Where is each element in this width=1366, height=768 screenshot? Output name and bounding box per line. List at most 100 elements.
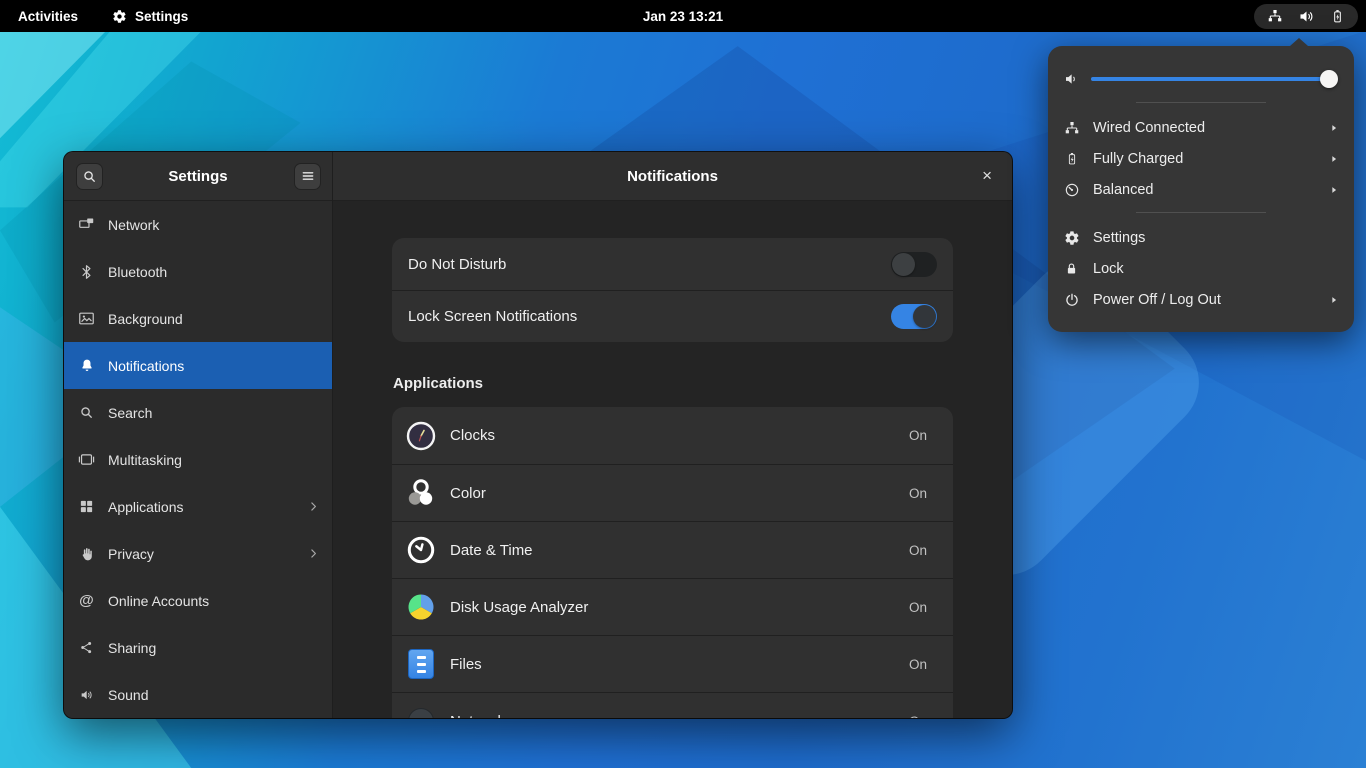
desktop: Activities Settings Jan 23 13:21 xyxy=(0,0,1366,768)
sidebar-item-label: Online Accounts xyxy=(108,593,320,609)
app-row-date-time[interactable]: Date & Time On xyxy=(392,521,953,578)
system-menu: Wired Connected Fully Charged xyxy=(1048,46,1354,332)
app-name: Date & Time xyxy=(450,542,896,559)
lock-screen-notifications-row[interactable]: Lock Screen Notifications xyxy=(392,290,953,342)
image-icon xyxy=(78,310,95,327)
search-icon xyxy=(82,169,97,184)
gear-icon xyxy=(1063,230,1080,246)
volume-slider-fill xyxy=(1091,77,1331,81)
lock-screen-notifications-toggle[interactable] xyxy=(891,304,937,329)
sidebar-item-search[interactable]: Search xyxy=(64,389,332,436)
chevron-right-icon xyxy=(307,547,320,560)
sidebar-item-bluetooth[interactable]: Bluetooth xyxy=(64,248,332,295)
toggle-knob xyxy=(913,305,936,328)
sidebar-item-multitasking[interactable]: Multitasking xyxy=(64,436,332,483)
menu-item-settings[interactable]: Settings xyxy=(1048,222,1354,253)
app-row-disk-usage[interactable]: Disk Usage Analyzer On xyxy=(392,578,953,635)
app-row-color[interactable]: Color On xyxy=(392,464,953,521)
sidebar-item-label: Sharing xyxy=(108,640,320,656)
share-icon xyxy=(78,640,95,655)
volume-icon xyxy=(1063,70,1081,88)
focused-app-label: Settings xyxy=(135,9,188,24)
network-app-icon xyxy=(405,705,437,718)
toggles-card: Do Not Disturb Lock Screen Notifications xyxy=(392,238,953,342)
menu-item-label: Balanced xyxy=(1093,182,1316,198)
menu-separator xyxy=(1136,212,1266,213)
sidebar-item-privacy[interactable]: Privacy xyxy=(64,530,332,577)
volume-row xyxy=(1048,63,1354,95)
network-wired-icon xyxy=(1063,120,1080,136)
gauge-icon xyxy=(1063,182,1080,198)
submenu-arrow-icon xyxy=(1329,185,1339,195)
window-title: Settings xyxy=(64,168,332,185)
color-app-icon xyxy=(405,477,437,509)
menu-item-lock[interactable]: Lock xyxy=(1048,253,1354,284)
menu-item-power-profile[interactable]: Balanced xyxy=(1048,174,1354,205)
menu-item-power-off[interactable]: Power Off / Log Out xyxy=(1048,284,1354,315)
do-not-disturb-toggle[interactable] xyxy=(891,252,937,277)
app-row-network[interactable]: Network On xyxy=(392,692,953,718)
volume-icon xyxy=(1298,8,1315,25)
sidebar-item-label: Bluetooth xyxy=(108,264,320,280)
app-status: On xyxy=(909,714,927,719)
clocks-app-icon xyxy=(405,420,437,452)
main-panel: Notifications × Do Not Disturb Lock Scre… xyxy=(333,152,1012,718)
sidebar-header: Settings xyxy=(64,152,332,201)
lock-icon xyxy=(1063,261,1080,277)
sidebar-item-label: Sound xyxy=(108,687,320,703)
sidebar-item-network[interactable]: Network xyxy=(64,201,332,248)
panel-title: Notifications xyxy=(627,168,718,185)
app-name: Network xyxy=(450,713,896,719)
sidebar-item-online-accounts[interactable]: @ Online Accounts xyxy=(64,577,332,624)
clock-button[interactable]: Jan 23 13:21 xyxy=(643,9,723,24)
primary-menu-button[interactable] xyxy=(294,163,321,190)
do-not-disturb-label: Do Not Disturb xyxy=(408,256,891,273)
app-name: Clocks xyxy=(450,427,896,444)
focused-app-menu[interactable]: Settings xyxy=(112,9,188,24)
hamburger-icon xyxy=(301,169,315,183)
app-name: Files xyxy=(450,656,896,673)
app-status: On xyxy=(909,428,927,443)
grid-icon xyxy=(78,499,95,514)
hand-icon xyxy=(78,546,95,562)
top-bar: Activities Settings Jan 23 13:21 xyxy=(0,0,1366,32)
displays-icon xyxy=(78,216,95,233)
sidebar-item-sharing[interactable]: Sharing xyxy=(64,624,332,671)
close-button[interactable]: × xyxy=(976,152,998,200)
do-not-disturb-row[interactable]: Do Not Disturb xyxy=(392,238,953,290)
sidebar-item-notifications[interactable]: Notifications xyxy=(64,342,332,389)
app-row-files[interactable]: Files On xyxy=(392,635,953,692)
sidebar-item-label: Background xyxy=(108,311,320,327)
search-button[interactable] xyxy=(76,163,103,190)
submenu-arrow-icon xyxy=(1329,295,1339,305)
lock-screen-notifications-label: Lock Screen Notifications xyxy=(408,308,891,325)
activities-button[interactable]: Activities xyxy=(18,9,78,24)
volume-slider[interactable] xyxy=(1091,70,1338,88)
sidebar-item-label: Search xyxy=(108,405,320,421)
submenu-arrow-icon xyxy=(1329,154,1339,164)
sidebar-item-background[interactable]: Background xyxy=(64,295,332,342)
sidebar-item-sound[interactable]: Sound xyxy=(64,671,332,718)
files-app-icon xyxy=(405,648,437,680)
menu-item-wired-connected[interactable]: Wired Connected xyxy=(1048,112,1354,143)
toggle-knob xyxy=(892,253,915,276)
app-name: Disk Usage Analyzer xyxy=(450,599,896,616)
applications-card: Clocks On Color On xyxy=(392,407,953,718)
menu-item-label: Settings xyxy=(1093,230,1339,246)
app-status: On xyxy=(909,657,927,672)
volume-slider-knob[interactable] xyxy=(1320,70,1338,88)
menu-notch xyxy=(1290,38,1308,46)
search-icon xyxy=(78,405,95,420)
applications-section-label: Applications xyxy=(393,375,483,392)
system-tray-button[interactable] xyxy=(1254,4,1358,29)
app-status: On xyxy=(909,600,927,615)
menu-item-label: Power Off / Log Out xyxy=(1093,292,1316,308)
submenu-arrow-icon xyxy=(1329,123,1339,133)
menu-item-battery[interactable]: Fully Charged xyxy=(1048,143,1354,174)
sidebar-item-applications[interactable]: Applications xyxy=(64,483,332,530)
gear-icon xyxy=(112,9,127,24)
sidebar-item-label: Notifications xyxy=(108,358,320,374)
app-status: On xyxy=(909,486,927,501)
app-row-clocks[interactable]: Clocks On xyxy=(392,407,953,464)
speaker-icon xyxy=(78,687,95,703)
